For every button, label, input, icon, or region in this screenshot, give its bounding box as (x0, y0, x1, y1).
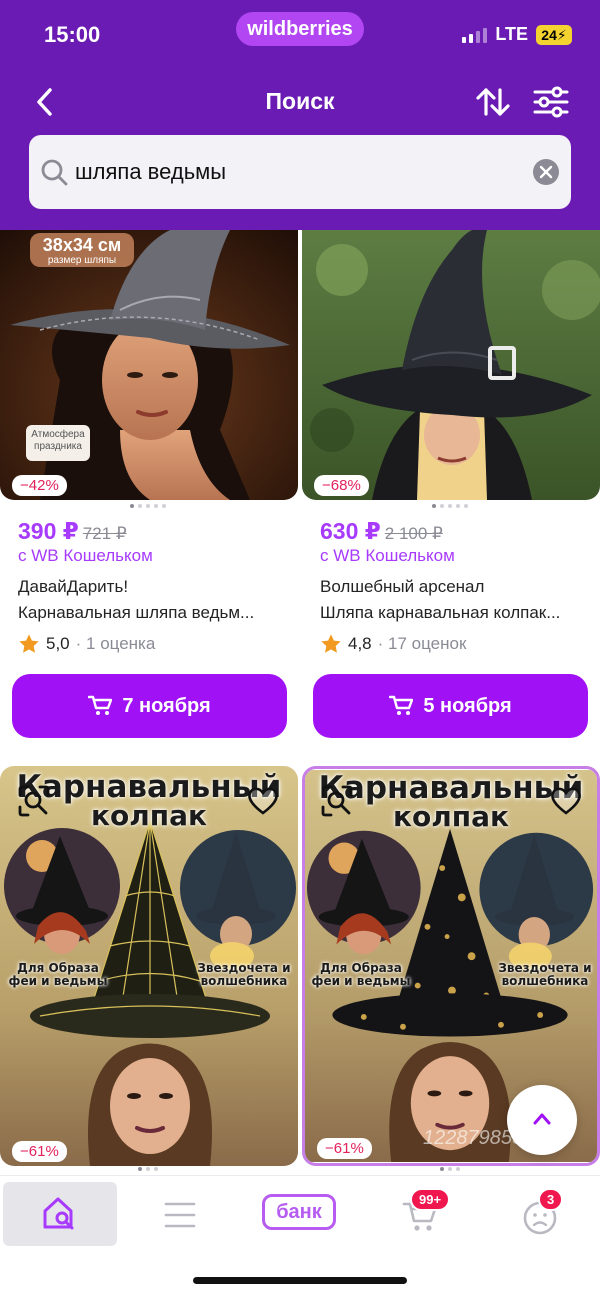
tab-cart[interactable]: 99+ (390, 1182, 460, 1246)
wildberries-logo: wildberries (236, 12, 364, 46)
product-card[interactable]: 38x34 см размер шляпы Атмосфера праздник… (0, 230, 298, 740)
product-image (302, 230, 600, 500)
discount-badge: −68% (314, 475, 369, 496)
old-price: 2 100 ₽ (384, 524, 443, 543)
carousel-dots (138, 1167, 158, 1171)
product-photo[interactable]: 38x34 см размер шляпы Атмосфера праздник… (0, 230, 298, 500)
cart-count-badge: 99+ (410, 1188, 451, 1211)
product-card[interactable]: Карнавальный колпак Для Образа феи и вед… (0, 766, 298, 1171)
scroll-to-top-button[interactable] (507, 1085, 577, 1155)
star-icon (19, 634, 39, 653)
network-label: LTE (495, 24, 528, 44)
delivery-date: 5 ноября (423, 694, 512, 717)
current-price: 630 ₽ (320, 518, 381, 544)
sort-button[interactable] (474, 84, 512, 120)
search-bar[interactable] (29, 135, 571, 209)
battery-level: 24 (541, 26, 557, 43)
rating-value: 5,0 (46, 634, 70, 653)
image-tag-label: Атмосфера праздника (31, 429, 85, 452)
discount-badge: −42% (12, 475, 67, 496)
current-price: 390 ₽ (18, 518, 79, 544)
review-count: · 17 оценок (377, 634, 467, 653)
close-icon (539, 165, 553, 179)
app-header: 15:00 wildberries LTE 24⚡ Поиск (0, 0, 600, 230)
home-indicator (193, 1277, 407, 1284)
battery-icon: 24⚡ (536, 24, 572, 45)
carousel-dots (130, 504, 166, 508)
discount-badge: −61% (12, 1141, 67, 1162)
image-size-sublabel: размер шляпы (47, 255, 117, 266)
product-name: Карнавальная шляпа ведьм... (18, 603, 255, 622)
wallet-label: с WB Кошельком (18, 546, 153, 565)
filter-button[interactable] (532, 84, 570, 120)
bank-label: банк (262, 1194, 336, 1230)
product-photo[interactable]: Карнавальный колпак Для Образа феи и вед… (0, 766, 298, 1166)
add-to-cart-button[interactable]: 5 ноября (313, 674, 588, 738)
search-input[interactable] (75, 155, 515, 189)
product-card[interactable]: −68% 630 ₽2 100 ₽ с WB Кошельком Волшебн… (302, 230, 600, 740)
clear-search-button[interactable] (533, 159, 559, 185)
status-indicators: LTE 24⚡ (462, 24, 572, 45)
product-rating: 5,0 · 1 оценка (18, 633, 155, 655)
image-search-icon (18, 785, 50, 817)
image-size-label: 38x34 см (42, 235, 122, 255)
product-image (0, 230, 298, 500)
search-icon (41, 159, 68, 186)
chevron-up-icon (533, 1113, 551, 1125)
carousel-dots (440, 1167, 460, 1171)
profile-notification-badge: 3 (538, 1188, 564, 1211)
product-photo[interactable]: −68% (302, 230, 600, 500)
cart-icon (88, 695, 113, 715)
favorite-button[interactable] (246, 784, 280, 818)
favorite-button[interactable] (549, 784, 583, 818)
wallet-label: с WB Кошельком (320, 546, 455, 565)
review-count: · 1 оценка (75, 634, 156, 653)
product-name: Шляпа карнавальная колпак... (320, 603, 561, 622)
price: 390 ₽721 ₽ (18, 518, 127, 545)
image-search-icon (321, 785, 353, 817)
carousel-dots (432, 504, 468, 508)
delivery-date: 7 ноября (122, 694, 211, 717)
status-time: 15:00 (44, 22, 101, 47)
image-caption-left: Для Образа феи и ведьмы (8, 961, 108, 989)
product-brand: Волшебный арсенал (320, 577, 485, 596)
heart-icon (248, 787, 278, 815)
tab-home[interactable] (3, 1182, 117, 1246)
visual-search-button[interactable] (17, 784, 51, 818)
product-brand: ДавайДарить! (18, 577, 129, 596)
old-price: 721 ₽ (82, 524, 127, 543)
tab-bank[interactable]: банк (255, 1182, 345, 1246)
tab-catalog[interactable] (150, 1182, 210, 1246)
heart-icon (551, 787, 581, 815)
image-caption-right: Звездочета и волшебника (197, 961, 291, 989)
cart-icon (389, 695, 414, 715)
add-to-cart-button[interactable]: 7 ноября (12, 674, 287, 738)
visual-search-button[interactable] (320, 784, 354, 818)
image-caption-left: Для Образа феи и ведьмы (311, 961, 411, 989)
home-search-icon (43, 1197, 74, 1230)
sort-arrows-icon (476, 88, 510, 116)
image-caption-right: Звездочета и волшебника (498, 961, 592, 989)
filter-sliders-icon (533, 86, 569, 118)
menu-icon (164, 1202, 196, 1228)
product-rating: 4,8 · 17 оценок (320, 633, 466, 655)
signal-icon (462, 27, 488, 43)
price: 630 ₽2 100 ₽ (320, 518, 443, 545)
tab-profile[interactable]: 3 (510, 1182, 570, 1246)
discount-badge: −61% (317, 1138, 372, 1159)
rating-value: 4,8 (348, 634, 372, 653)
star-icon (321, 634, 341, 653)
